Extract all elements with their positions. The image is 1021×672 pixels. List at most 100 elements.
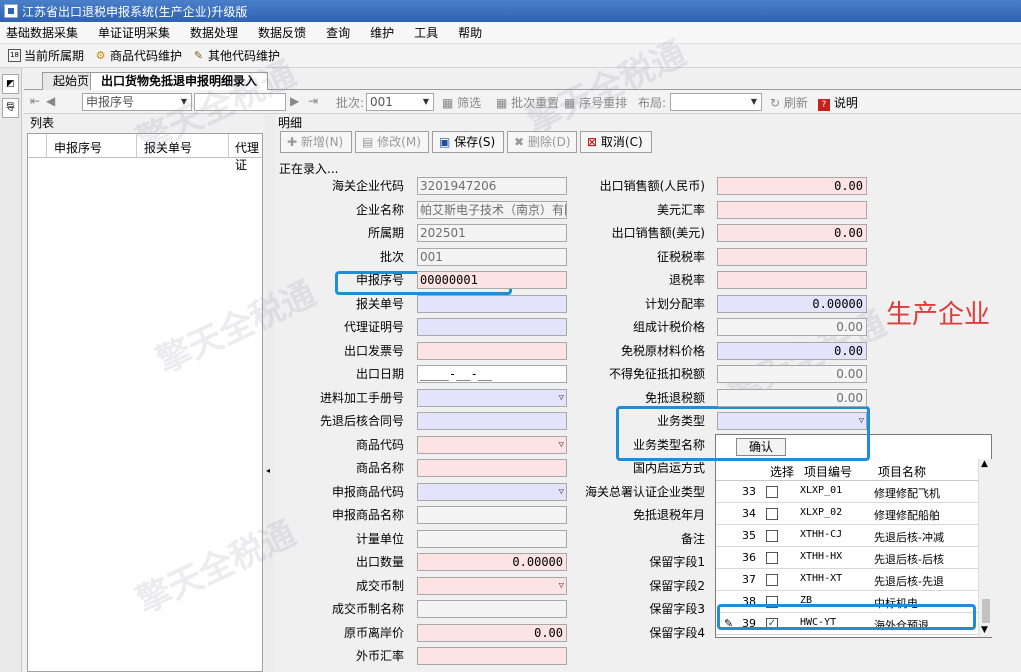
left-label-11: 商品代码 <box>355 437 404 452</box>
raw-price-input-value: 0.00 <box>834 343 863 358</box>
right-label-11: 业务类型名称 <box>632 437 705 452</box>
select-checkbox[interactable] <box>766 508 778 520</box>
list-title: 列表 <box>30 116 55 130</box>
chevron-down-icon: ▽ <box>858 416 864 426</box>
add-button[interactable]: ✚ 新增(N) <box>280 131 352 153</box>
nav-next-icon[interactable]: ▶ <box>290 94 299 108</box>
current-period-button[interactable]: 18 当前所属期 <box>8 47 84 64</box>
left-label-16: 出口数量 <box>355 555 404 569</box>
popup-list-item[interactable]: 33 XLXP_01 修理修配飞机 <box>716 482 978 503</box>
row-number: 33 <box>742 485 756 498</box>
plan-rate-input[interactable]: 0.00000 <box>717 294 867 313</box>
tool-icon: ✎ <box>193 49 204 62</box>
edit-button[interactable]: ▤ 修改(M) <box>355 131 429 153</box>
right-label-3: 征税税率 <box>656 249 705 264</box>
layout-select[interactable]: ▼ <box>670 93 762 111</box>
select-checkbox[interactable] <box>766 574 778 586</box>
popup-scrollbar[interactable]: ▲ ▼ <box>978 459 992 637</box>
popup-list-item[interactable]: 37 XTHH-XT 先退后核-先退 <box>716 570 978 591</box>
item-name: 先退后核-先退 <box>874 575 944 588</box>
levy-rate-input[interactable] <box>717 247 867 266</box>
refund-rate-input[interactable] <box>717 271 867 289</box>
nav-first-icon[interactable]: ⇤ <box>30 94 40 108</box>
right-label-19: 保留字段4 <box>649 625 705 640</box>
batch-select[interactable]: 001 ▼ <box>366 93 434 111</box>
main-toolbar: 18 当前所属期 ⚙ 商品代码维护 ✎ 其他代码维护 <box>0 44 1021 68</box>
usd-rate-input[interactable] <box>717 200 867 219</box>
row-number: 36 <box>742 551 756 564</box>
list-header: 申报序号 报关单号 代理证 <box>28 134 262 172</box>
left-side-strip: ◩ 导 <box>0 68 22 672</box>
popup-list-item[interactable]: 35 XTHH-CJ 先退后核-冲减 <box>716 526 978 547</box>
column-header-customs-no[interactable]: 报关单号 <box>144 139 192 156</box>
item-name: 修理修配飞机 <box>874 487 940 500</box>
help-button[interactable]: ? 说明 <box>818 94 858 111</box>
nav-last-icon[interactable]: ⇥ <box>308 94 318 108</box>
refresh-button[interactable]: ↻ 刷新 <box>770 94 808 111</box>
right-label-15: 备注 <box>680 531 705 546</box>
sales-usd-input[interactable]: 0.00 <box>717 224 867 242</box>
sales-rmb-input[interactable]: 0.00 <box>717 177 867 195</box>
menu-item-query[interactable]: 查询 <box>326 24 350 41</box>
seq-reorder-button[interactable]: ▦ 序号重排 <box>564 94 627 111</box>
exempt-tax-field-value: 0.00 <box>836 390 863 405</box>
scroll-thumb[interactable] <box>982 599 990 623</box>
period-field-value: 202501 <box>420 226 466 240</box>
filter-button[interactable]: ▦ 筛选 <box>442 94 481 111</box>
fx-rate-input[interactable] <box>417 647 567 665</box>
column-header-agent-cert[interactable]: 代理证 <box>235 139 262 173</box>
row-number: 35 <box>742 529 756 542</box>
cancel-icon: ⊠ <box>587 135 598 149</box>
tab-export-detail-entry[interactable]: 出口货物免抵退申报明细录入 <box>90 72 269 90</box>
right-label-7: 免税原材料价格 <box>620 343 705 358</box>
select-checkbox[interactable] <box>766 486 778 498</box>
menu-item-basic-data[interactable]: 基础数据采集 <box>6 24 78 41</box>
other-code-button[interactable]: ✎ 其他代码维护 <box>192 47 280 64</box>
product-code-button[interactable]: ⚙ 商品代码维护 <box>94 47 182 64</box>
scroll-down-icon[interactable]: ▼ <box>981 625 988 635</box>
tax-price-field-value: 0.00 <box>836 320 863 334</box>
nav-prev-icon[interactable]: ◀ <box>46 94 55 108</box>
sales-usd-input-value: 0.00 <box>834 226 863 240</box>
help-icon: ? <box>818 99 830 111</box>
item-code: XLXP_02 <box>800 507 843 518</box>
window-title: 江苏省出口退税申报系统(生产企业)升级版 <box>22 4 248 19</box>
plan-rate-input-value: 0.00000 <box>812 296 863 311</box>
side-guide-icon[interactable]: 导 <box>2 98 19 118</box>
left-label-7: 出口发票号 <box>343 343 404 358</box>
entry-status: 正在录入... <box>279 162 339 176</box>
popup-list-item[interactable]: 34 XLXP_02 修理修配船舶 <box>716 504 978 525</box>
left-label-10: 先退后核合同号 <box>319 414 404 428</box>
batch-reset-button[interactable]: ▦ 批次重置 <box>496 94 559 111</box>
business-type-select[interactable]: ▽ <box>717 412 867 430</box>
menu-item-certificate[interactable]: 单证证明采集 <box>98 24 170 41</box>
save-button[interactable]: ▣ 保存(S) <box>432 131 504 153</box>
select-checkbox[interactable] <box>766 530 778 542</box>
menu-item-data-feedback[interactable]: 数据反馈 <box>258 24 306 41</box>
raw-price-input[interactable]: 0.00 <box>717 341 867 360</box>
left-label-1: 企业名称 <box>355 202 404 217</box>
popup-list-item[interactable]: 36 XTHH-HX 先退后核-后核 <box>716 548 978 569</box>
column-header-select: 选择 <box>770 465 795 479</box>
menu-item-maintain[interactable]: 维护 <box>370 24 394 41</box>
tab-bar: 起始页 出口货物免抵退申报明细录入 <box>24 70 1021 90</box>
select-checkbox[interactable] <box>766 552 778 564</box>
detail-title: 明细 <box>278 116 303 130</box>
row-number: 37 <box>742 573 756 586</box>
left-label-14: 申报商品名称 <box>331 508 404 522</box>
column-header-decl-seq[interactable]: 申报序号 <box>54 139 102 156</box>
batch-label: 批次: <box>336 96 365 110</box>
search-field-select[interactable]: 申报序号 ▼ <box>82 93 192 111</box>
menu-item-data-processing[interactable]: 数据处理 <box>190 24 238 41</box>
scroll-up-icon[interactable]: ▲ <box>981 459 988 469</box>
side-nav-icon[interactable]: ◩ <box>2 74 19 94</box>
delete-button[interactable]: ✖ 删除(D) <box>507 131 577 153</box>
cancel-button[interactable]: ⊠ 取消(C) <box>580 131 652 153</box>
chevron-down-icon: ▼ <box>422 97 430 106</box>
menu-item-help[interactable]: 帮助 <box>458 24 482 41</box>
menu-item-tools[interactable]: 工具 <box>414 24 438 41</box>
left-label-6: 代理证明号 <box>343 320 404 334</box>
right-label-1: 美元汇率 <box>656 202 705 217</box>
search-input[interactable] <box>194 93 286 111</box>
exempt-tax-field: 0.00 <box>717 388 867 407</box>
